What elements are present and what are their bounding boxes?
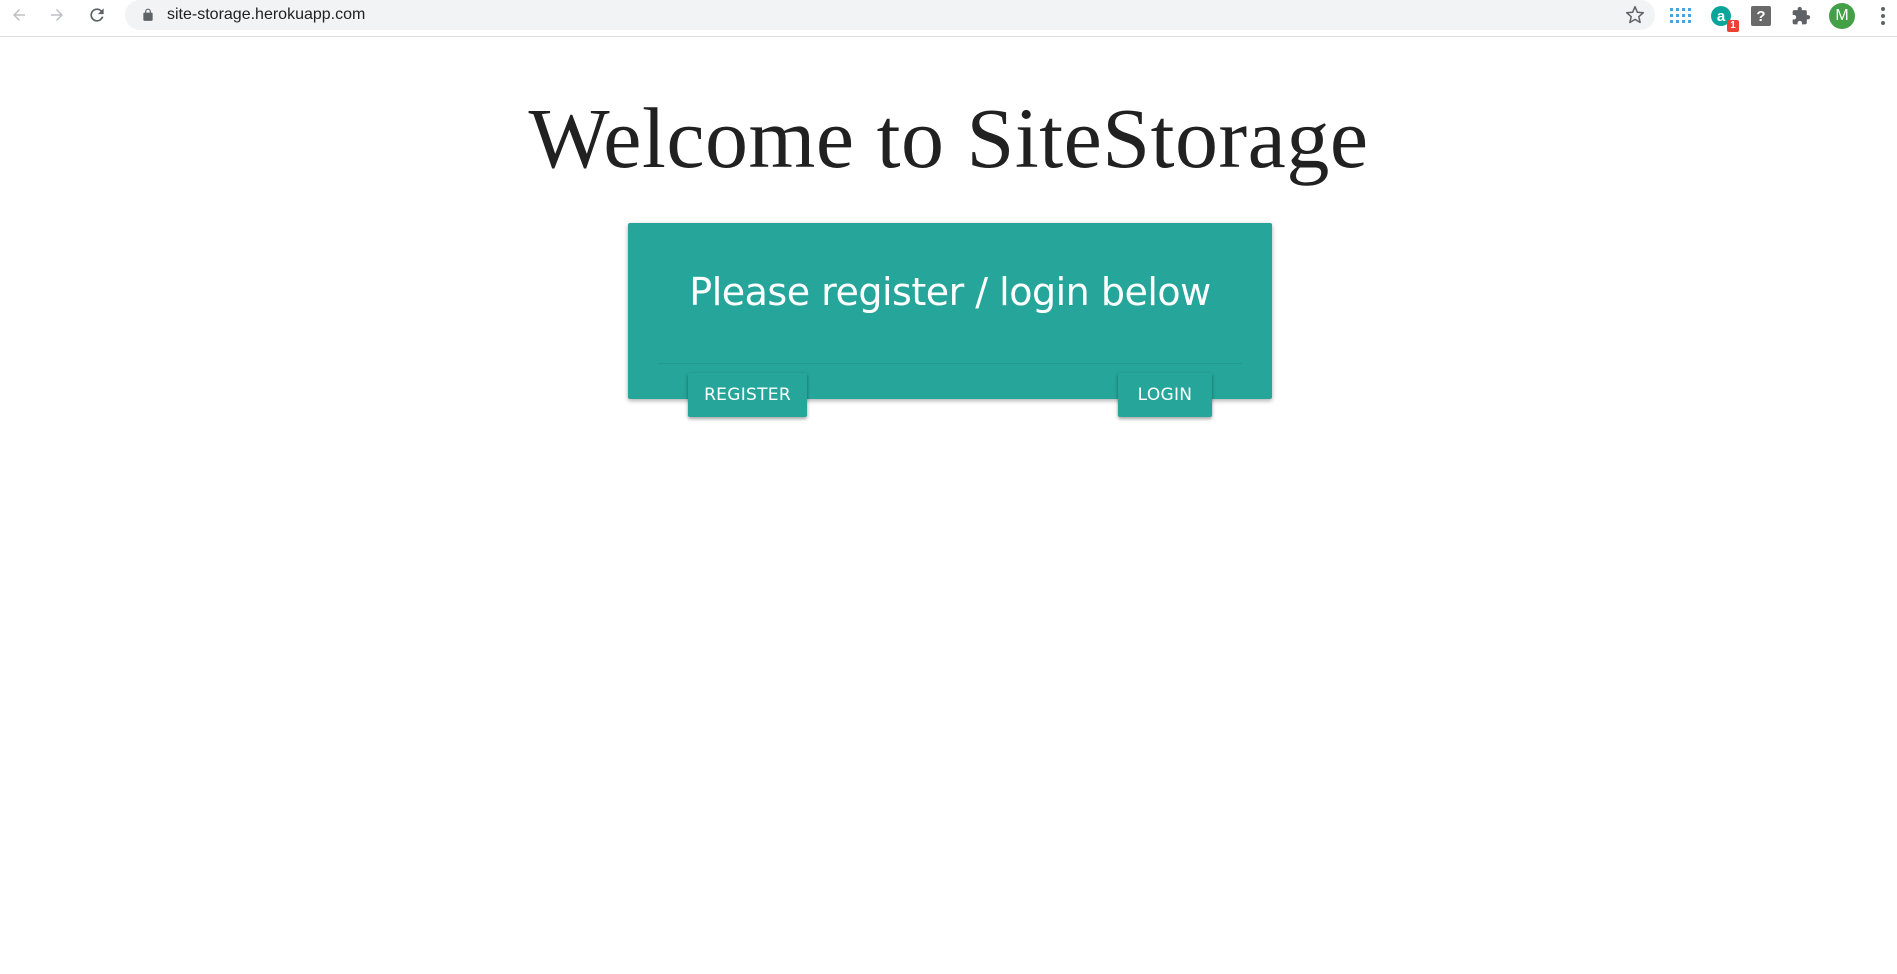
kebab-menu-icon <box>1881 7 1885 25</box>
forward-button[interactable] <box>40 0 74 30</box>
puzzle-icon <box>1792 6 1811 25</box>
extension-help-button[interactable]: ? <box>1748 3 1774 29</box>
extension-a-label: a <box>1716 7 1726 25</box>
apps-button[interactable] <box>1668 3 1694 29</box>
lock-icon <box>143 8 153 21</box>
extension-badge: 1 <box>1727 20 1739 32</box>
reload-button[interactable] <box>80 0 114 30</box>
apps-grid-icon <box>1670 8 1691 23</box>
profile-button[interactable]: M <box>1829 3 1855 29</box>
browser-menu-button[interactable] <box>1870 3 1896 29</box>
browser-toolbar: site-storage.herokuapp.com a 1 ? M <box>0 0 1897 37</box>
avatar: M <box>1829 3 1855 29</box>
extensions-button[interactable] <box>1788 3 1814 29</box>
arrow-left-icon <box>13 9 25 21</box>
card-divider <box>658 363 1242 364</box>
page-title: Welcome to SiteStorage <box>528 90 1369 186</box>
extension-a-button[interactable]: a 1 <box>1708 3 1739 32</box>
question-icon: ? <box>1751 6 1771 26</box>
auth-card: Please register / login below REGISTER L… <box>628 223 1272 417</box>
extension-a-icon: a 1 <box>1711 6 1739 32</box>
register-button[interactable]: REGISTER <box>688 373 807 417</box>
arrow-right-icon <box>51 9 63 21</box>
address-bar[interactable]: site-storage.herokuapp.com <box>125 0 1655 30</box>
back-button[interactable] <box>2 0 36 30</box>
page-content: Welcome to SiteStorage Please register /… <box>0 37 1897 974</box>
star-icon[interactable] <box>1625 5 1645 25</box>
card-title: Please register / login below <box>689 270 1211 314</box>
reload-icon <box>90 8 104 22</box>
url-text[interactable]: site-storage.herokuapp.com <box>167 6 365 24</box>
login-button[interactable]: LOGIN <box>1118 373 1212 417</box>
